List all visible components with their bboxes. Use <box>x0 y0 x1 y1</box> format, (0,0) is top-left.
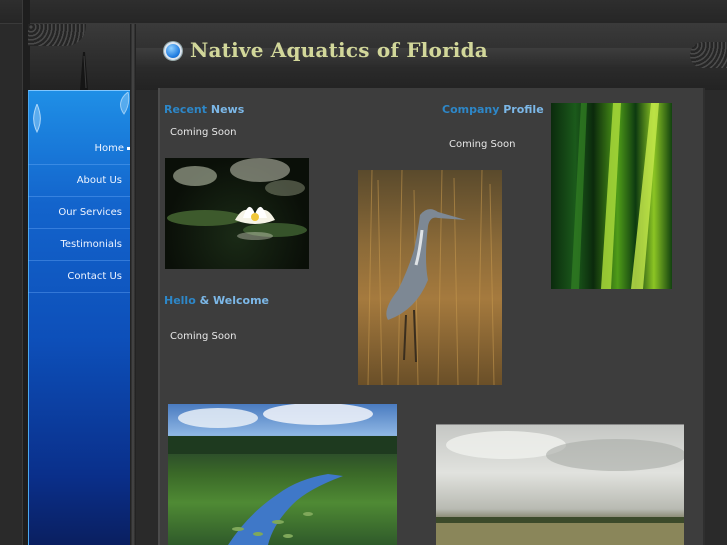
header-divider <box>130 24 136 545</box>
heron-photo <box>358 170 502 385</box>
recent-news-heading-part1: Recent <box>164 103 208 116</box>
wet-prairie-photo <box>436 424 684 545</box>
site-title: Native Aquatics of Florida <box>190 38 488 62</box>
top-strip <box>0 0 727 24</box>
company-profile-heading-part1: Company <box>442 103 500 116</box>
recent-news-body: Coming Soon <box>170 127 237 138</box>
company-profile-heading-part2: Profile <box>503 103 544 116</box>
welcome-heading-part1: Hello <box>164 294 196 307</box>
nav-home[interactable]: Home <box>28 133 130 165</box>
recent-news-heading: Recent News <box>164 103 244 116</box>
water-drip-decoration <box>33 104 41 134</box>
green-reeds-photo <box>551 103 672 289</box>
header-grille-right <box>690 42 727 68</box>
nav-home-label: Home <box>94 143 124 154</box>
company-profile-body: Coming Soon <box>449 139 516 150</box>
main-nav: Home About Us Our Services Testimonials … <box>28 133 130 293</box>
logo-globe-icon <box>164 42 182 60</box>
recent-news-heading-part2: News <box>210 103 245 116</box>
nav-testimonials[interactable]: Testimonials <box>28 229 130 261</box>
company-profile-heading: Company Profile <box>442 103 544 116</box>
nav-contact-us[interactable]: Contact Us <box>28 261 130 293</box>
water-lily-photo <box>165 158 309 269</box>
nav-about-us[interactable]: About Us <box>28 165 130 197</box>
welcome-heading: Hello & Welcome <box>164 294 269 307</box>
nav-our-services[interactable]: Our Services <box>28 197 130 229</box>
welcome-body: Coming Soon <box>170 331 237 342</box>
water-drip-decoration-right <box>120 92 130 115</box>
header-spike-decoration <box>80 52 88 90</box>
welcome-heading-part2: & Welcome <box>199 294 270 307</box>
river-marsh-photo <box>168 404 397 545</box>
